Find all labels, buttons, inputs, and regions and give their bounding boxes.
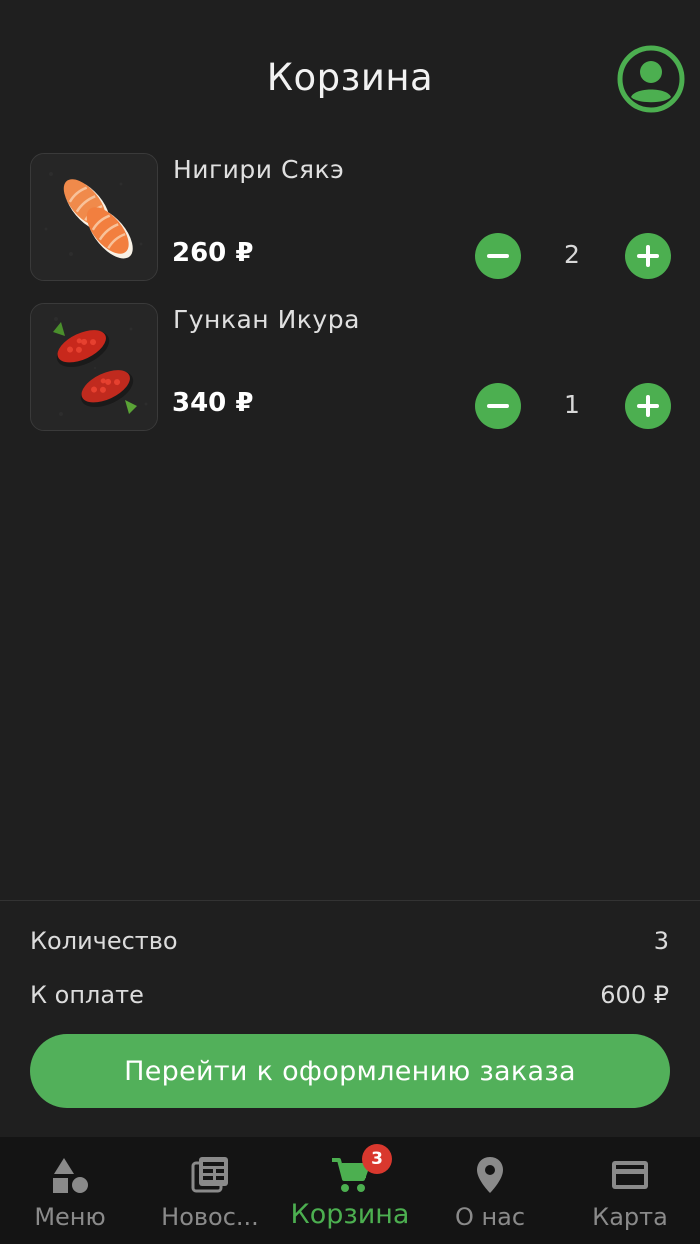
user-circle-icon[interactable] [617, 45, 685, 113]
news-icon [191, 1157, 228, 1193]
nav-item-menu[interactable]: Меню [0, 1137, 140, 1244]
location-pin-icon [477, 1157, 503, 1193]
bottom-navigation: Меню Новос... Корзина 3 О нас Карта [0, 1137, 700, 1244]
cart-screen: Корзина Нигири Сякэ 260 ₽ 2 Гункан Икура… [0, 0, 700, 1244]
order-summary: Количество 3 К оплате 600 ₽ Перейти к оф… [0, 900, 700, 1138]
nav-item-news[interactable]: Новос... [140, 1137, 280, 1244]
quantity-row: Количество 3 [30, 927, 669, 961]
nav-label: Корзина [290, 1199, 410, 1230]
nav-label: Новос... [161, 1203, 259, 1231]
nav-label: Меню [34, 1203, 106, 1231]
nav-label: Карта [592, 1203, 668, 1231]
ikura-gunkan-image[interactable] [30, 303, 158, 431]
cart-count-badge: 3 [362, 1144, 392, 1174]
increase-quantity-button[interactable] [625, 383, 671, 429]
total-label: К оплате [30, 981, 144, 1009]
item-name: Гункан Икура [173, 305, 360, 334]
item-price: 260 ₽ [172, 238, 254, 268]
quantity-value: 1 [564, 390, 580, 419]
total-row: К оплате 600 ₽ [30, 981, 669, 1015]
page-title: Корзина [266, 56, 434, 99]
credit-card-icon [612, 1161, 648, 1189]
salmon-nigiri-image[interactable] [30, 153, 158, 281]
item-name: Нигири Сякэ [173, 155, 345, 184]
nav-label: О нас [454, 1203, 526, 1231]
quantity-value: 2 [564, 240, 580, 269]
increase-quantity-button[interactable] [625, 233, 671, 279]
nav-item-card[interactable]: Карта [560, 1137, 700, 1244]
nav-item-cart[interactable]: Корзина [280, 1137, 420, 1244]
header: Корзина [0, 0, 700, 140]
quantity-total: 3 [653, 927, 669, 955]
total-amount: 600 ₽ [600, 981, 669, 1009]
decrease-quantity-button[interactable] [475, 383, 521, 429]
nav-item-about[interactable]: О нас [420, 1137, 560, 1244]
cart-item: Гункан Икура 340 ₽ 1 [0, 300, 700, 450]
item-price: 340 ₽ [172, 388, 254, 418]
quantity-label: Количество [30, 927, 178, 955]
cart-item: Нигири Сякэ 260 ₽ 2 [0, 150, 700, 300]
cart-list: Нигири Сякэ 260 ₽ 2 Гункан Икура 340 ₽ 1 [0, 150, 700, 450]
shapes-icon [53, 1158, 88, 1193]
decrease-quantity-button[interactable] [475, 233, 521, 279]
checkout-button[interactable]: Перейти к оформлению заказа [30, 1034, 670, 1108]
